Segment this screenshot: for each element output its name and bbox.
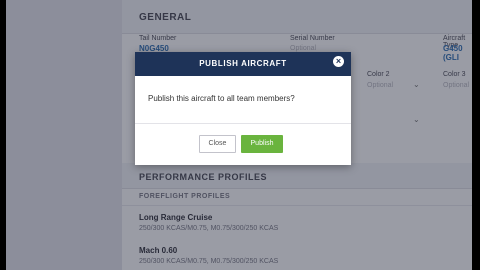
dialog-title: PUBLISH AIRCRAFT bbox=[199, 59, 287, 68]
dialog-body: Publish this aircraft to all team member… bbox=[135, 76, 351, 124]
publish-button[interactable]: Publish bbox=[241, 135, 283, 153]
dialog-message: Publish this aircraft to all team member… bbox=[148, 94, 295, 103]
letterbox-left bbox=[0, 0, 6, 270]
dialog-header: PUBLISH AIRCRAFT × bbox=[135, 52, 351, 76]
publish-aircraft-dialog: PUBLISH AIRCRAFT × Publish this aircraft… bbox=[135, 52, 351, 165]
letterbox-right bbox=[472, 0, 480, 270]
close-icon[interactable]: × bbox=[333, 56, 344, 67]
close-button[interactable]: Close bbox=[199, 135, 236, 153]
